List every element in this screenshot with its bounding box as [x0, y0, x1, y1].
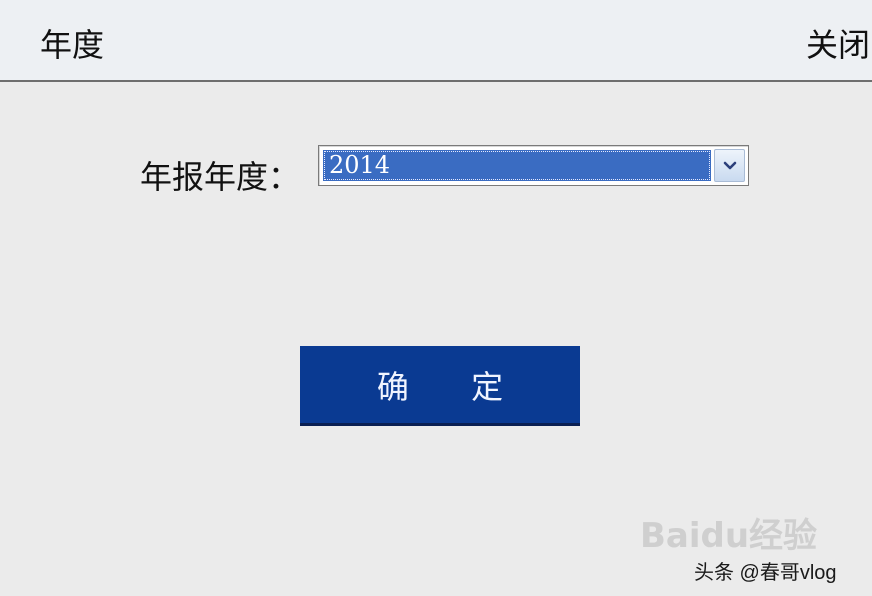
- close-button[interactable]: 关闭: [806, 20, 872, 66]
- dialog-title: 年度: [40, 26, 105, 64]
- year-select[interactable]: 2014: [318, 145, 749, 186]
- watermark-credit: 头条 @春哥vlog: [694, 562, 837, 584]
- title-bar: 年度 关闭: [0, 0, 872, 82]
- year-select-value[interactable]: 2014: [323, 150, 711, 181]
- year-label: 年报年度：: [140, 158, 301, 196]
- year-select-dropdown-button[interactable]: [714, 149, 745, 182]
- chevron-down-icon: [723, 161, 736, 169]
- confirm-button[interactable]: 确 定: [300, 346, 580, 426]
- watermark-logo: Baidu经验: [640, 516, 818, 556]
- dialog-window: 年度 关闭 年报年度： 2014 确 定 Baidu经验 头条 @春哥vlog: [0, 0, 872, 596]
